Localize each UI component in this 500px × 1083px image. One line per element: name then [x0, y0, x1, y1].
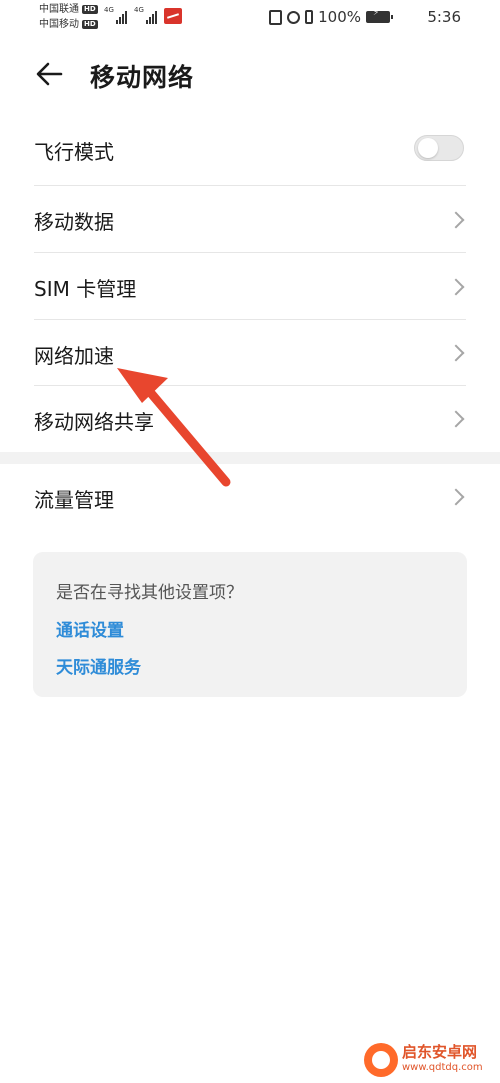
hd-badge: HD [82, 5, 98, 14]
signal-strength-icon: 4G [134, 6, 157, 24]
call-settings-link[interactable]: 通话设置 [56, 616, 124, 641]
chevron-right-icon [447, 410, 465, 428]
skytone-service-link[interactable]: 天际通服务 [56, 653, 141, 678]
chevron-right-icon [447, 278, 465, 296]
hd-badge: HD [82, 20, 98, 29]
carrier-1-name: 中国联通 [39, 4, 79, 15]
section-separator [0, 452, 500, 464]
arrow-left-icon [36, 62, 63, 86]
sim-management-row[interactable]: SIM 卡管理 [0, 253, 500, 320]
carrier-info: 中国联通 HD 中国移动 HD [39, 2, 98, 32]
airplane-mode-label: 飞行模式 [34, 140, 114, 164]
sim-management-label: SIM 卡管理 [34, 277, 137, 301]
carrier-2-name: 中国移动 [39, 19, 79, 30]
suggestion-card: 是否在寻找其他设置项？ 通话设置 天际通服务 [33, 552, 467, 697]
battery-percent: 100% [318, 8, 361, 26]
page-header: 移动网络 [0, 45, 500, 105]
signal-strength-icon: 4G [104, 6, 127, 24]
watermark: 启东安卓网 www.qdtdq.com [364, 1039, 494, 1079]
mobile-data-label: 移动数据 [34, 210, 114, 234]
watermark-logo-icon [364, 1043, 398, 1077]
battery-charging-icon [366, 8, 393, 23]
back-button[interactable] [34, 59, 66, 89]
data-usage-label: 流量管理 [34, 488, 114, 512]
chevron-right-icon [447, 344, 465, 362]
nfc-icon [269, 9, 283, 25]
chevron-right-icon [447, 211, 465, 229]
watermark-url: www.qdtdq.com [402, 1062, 483, 1073]
airplane-mode-row[interactable]: 飞行模式 [0, 116, 500, 186]
page-title: 移动网络 [90, 63, 195, 92]
vibrate-icon [305, 10, 314, 24]
airplane-mode-toggle[interactable] [414, 135, 464, 161]
suggestion-question: 是否在寻找其他设置项？ [56, 583, 243, 603]
hotspot-label: 移动网络共享 [34, 410, 154, 434]
toggle-knob [418, 138, 438, 158]
watermark-name: 启东安卓网 [402, 1043, 478, 1061]
app-notification-icon [164, 8, 182, 24]
data-usage-row[interactable]: 流量管理 [0, 464, 500, 530]
network-acceleration-row[interactable]: 网络加速 [0, 320, 500, 386]
clock: 5:36 [427, 8, 461, 26]
network-acceleration-label: 网络加速 [34, 344, 114, 368]
status-bar: 中国联通 HD 中国移动 HD 4G 4G 100% 5:36 [0, 0, 500, 36]
alarm-icon [287, 10, 301, 24]
hotspot-row[interactable]: 移动网络共享 [0, 386, 500, 452]
chevron-right-icon [447, 488, 465, 506]
mobile-data-row[interactable]: 移动数据 [0, 186, 500, 253]
